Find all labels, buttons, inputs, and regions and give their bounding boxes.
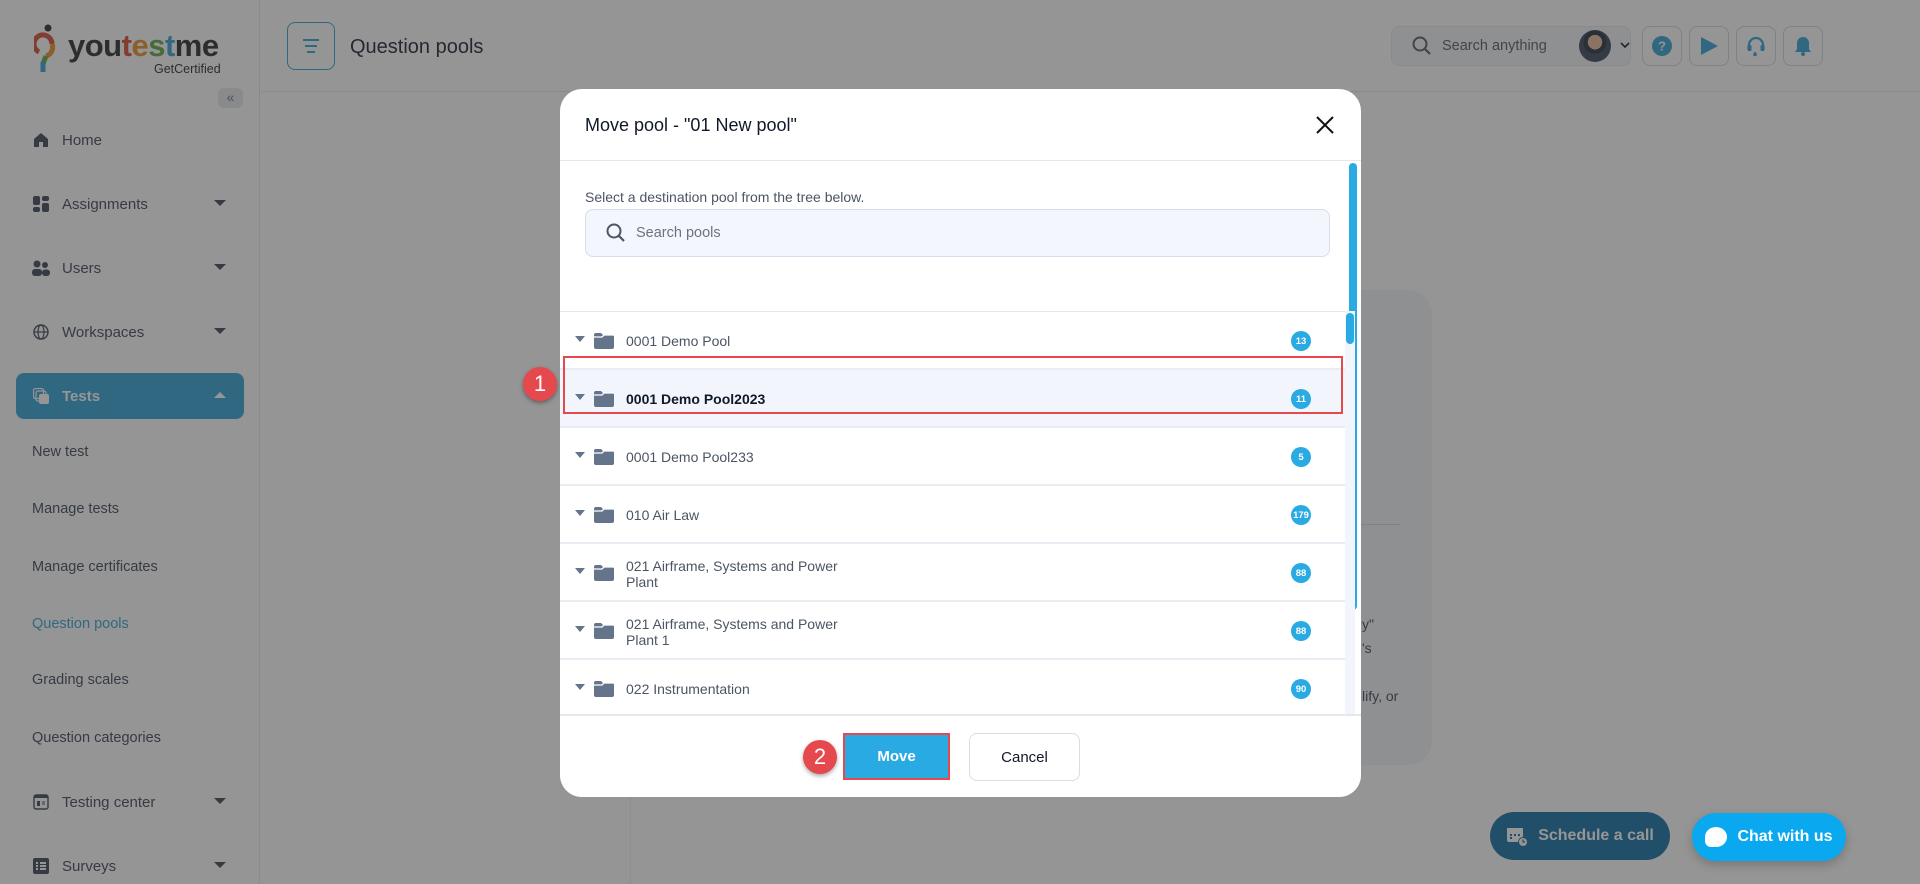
expand-caret-icon[interactable] <box>575 626 585 632</box>
pool-tree: 0001 Demo Pool 13 0001 Demo Pool2023 11 0001… <box>560 311 1345 731</box>
chat-with-us-button[interactable]: Chat with us <box>1692 813 1846 861</box>
pool-tree-row[interactable]: 0001 Demo Pool 13 <box>560 312 1345 370</box>
question-count-badge: 88 <box>1291 563 1311 583</box>
pool-name: 0001 Demo Pool233 <box>626 449 754 465</box>
pool-name: 021 Airframe, Systems and Power Plant 1 <box>626 616 838 648</box>
pool-name: 022 Instrumentation <box>626 681 750 697</box>
pool-name: 010 Air Law <box>626 507 700 523</box>
dialog-title: Move pool - "01 New pool" <box>585 115 797 135</box>
folder-icon <box>594 449 614 465</box>
pool-tree-row[interactable]: 0001 Demo Pool2023 11 <box>560 370 1345 428</box>
pool-tree-row[interactable]: 022 Instrumentation 90 <box>560 660 1345 718</box>
expand-caret-icon[interactable] <box>575 684 585 690</box>
pool-name: 0001 Demo Pool <box>626 333 731 349</box>
folder-icon <box>594 333 614 349</box>
folder-icon <box>594 565 614 581</box>
close-button[interactable] <box>1311 111 1339 139</box>
pool-tree-row[interactable]: 021 Airframe, Systems and Power Plant 1 8… <box>560 602 1345 660</box>
folder-icon <box>594 681 614 697</box>
chat-label: Chat with us <box>1737 828 1833 845</box>
pool-tree-row[interactable]: 0001 Demo Pool233 5 <box>560 428 1345 486</box>
move-pool-dialog: Move pool - "01 New pool" Select a desti… <box>560 89 1361 797</box>
expand-caret-icon[interactable] <box>575 510 585 516</box>
dialog-footer: Move Cancel <box>560 714 1361 797</box>
move-button[interactable]: Move <box>843 733 950 780</box>
chat-bubble-icon <box>1705 827 1728 847</box>
step-2-badge: 2 <box>803 740 837 774</box>
pool-tree-row[interactable]: 021 Airframe, Systems and Power Plant 88 <box>560 544 1345 602</box>
dialog-instructions: Select a destination pool from the tree … <box>585 189 865 205</box>
expand-caret-icon[interactable] <box>575 568 585 574</box>
step-1-badge: 1 <box>523 367 557 401</box>
pool-name: 021 Airframe, Systems and Power Plant <box>626 558 838 590</box>
folder-icon <box>594 507 614 523</box>
pool-tree-row[interactable]: 010 Air Law 179 <box>560 486 1345 544</box>
folder-icon <box>594 391 614 407</box>
question-count-badge: 5 <box>1291 447 1311 467</box>
dialog-header: Move pool - "01 New pool" <box>560 89 1361 161</box>
tree-scrollbar-thumb[interactable] <box>1346 313 1354 344</box>
cancel-button[interactable]: Cancel <box>969 733 1080 781</box>
question-count-badge: 90 <box>1291 679 1311 699</box>
folder-icon <box>594 623 614 639</box>
search-pools-placeholder: Search pools <box>636 225 721 241</box>
tree-scrollbar-track[interactable] <box>1345 311 1355 731</box>
expand-caret-icon[interactable] <box>575 336 585 342</box>
expand-caret-icon[interactable] <box>575 394 585 400</box>
search-icon <box>606 223 625 242</box>
search-pools-input[interactable]: Search pools <box>585 209 1330 257</box>
close-icon <box>1316 116 1334 134</box>
pool-name: 0001 Demo Pool2023 <box>626 391 766 407</box>
expand-caret-icon[interactable] <box>575 452 585 458</box>
question-count-badge: 13 <box>1291 331 1311 351</box>
question-count-badge: 88 <box>1291 621 1311 641</box>
question-count-badge: 179 <box>1291 505 1311 525</box>
question-count-badge: 11 <box>1291 389 1311 409</box>
